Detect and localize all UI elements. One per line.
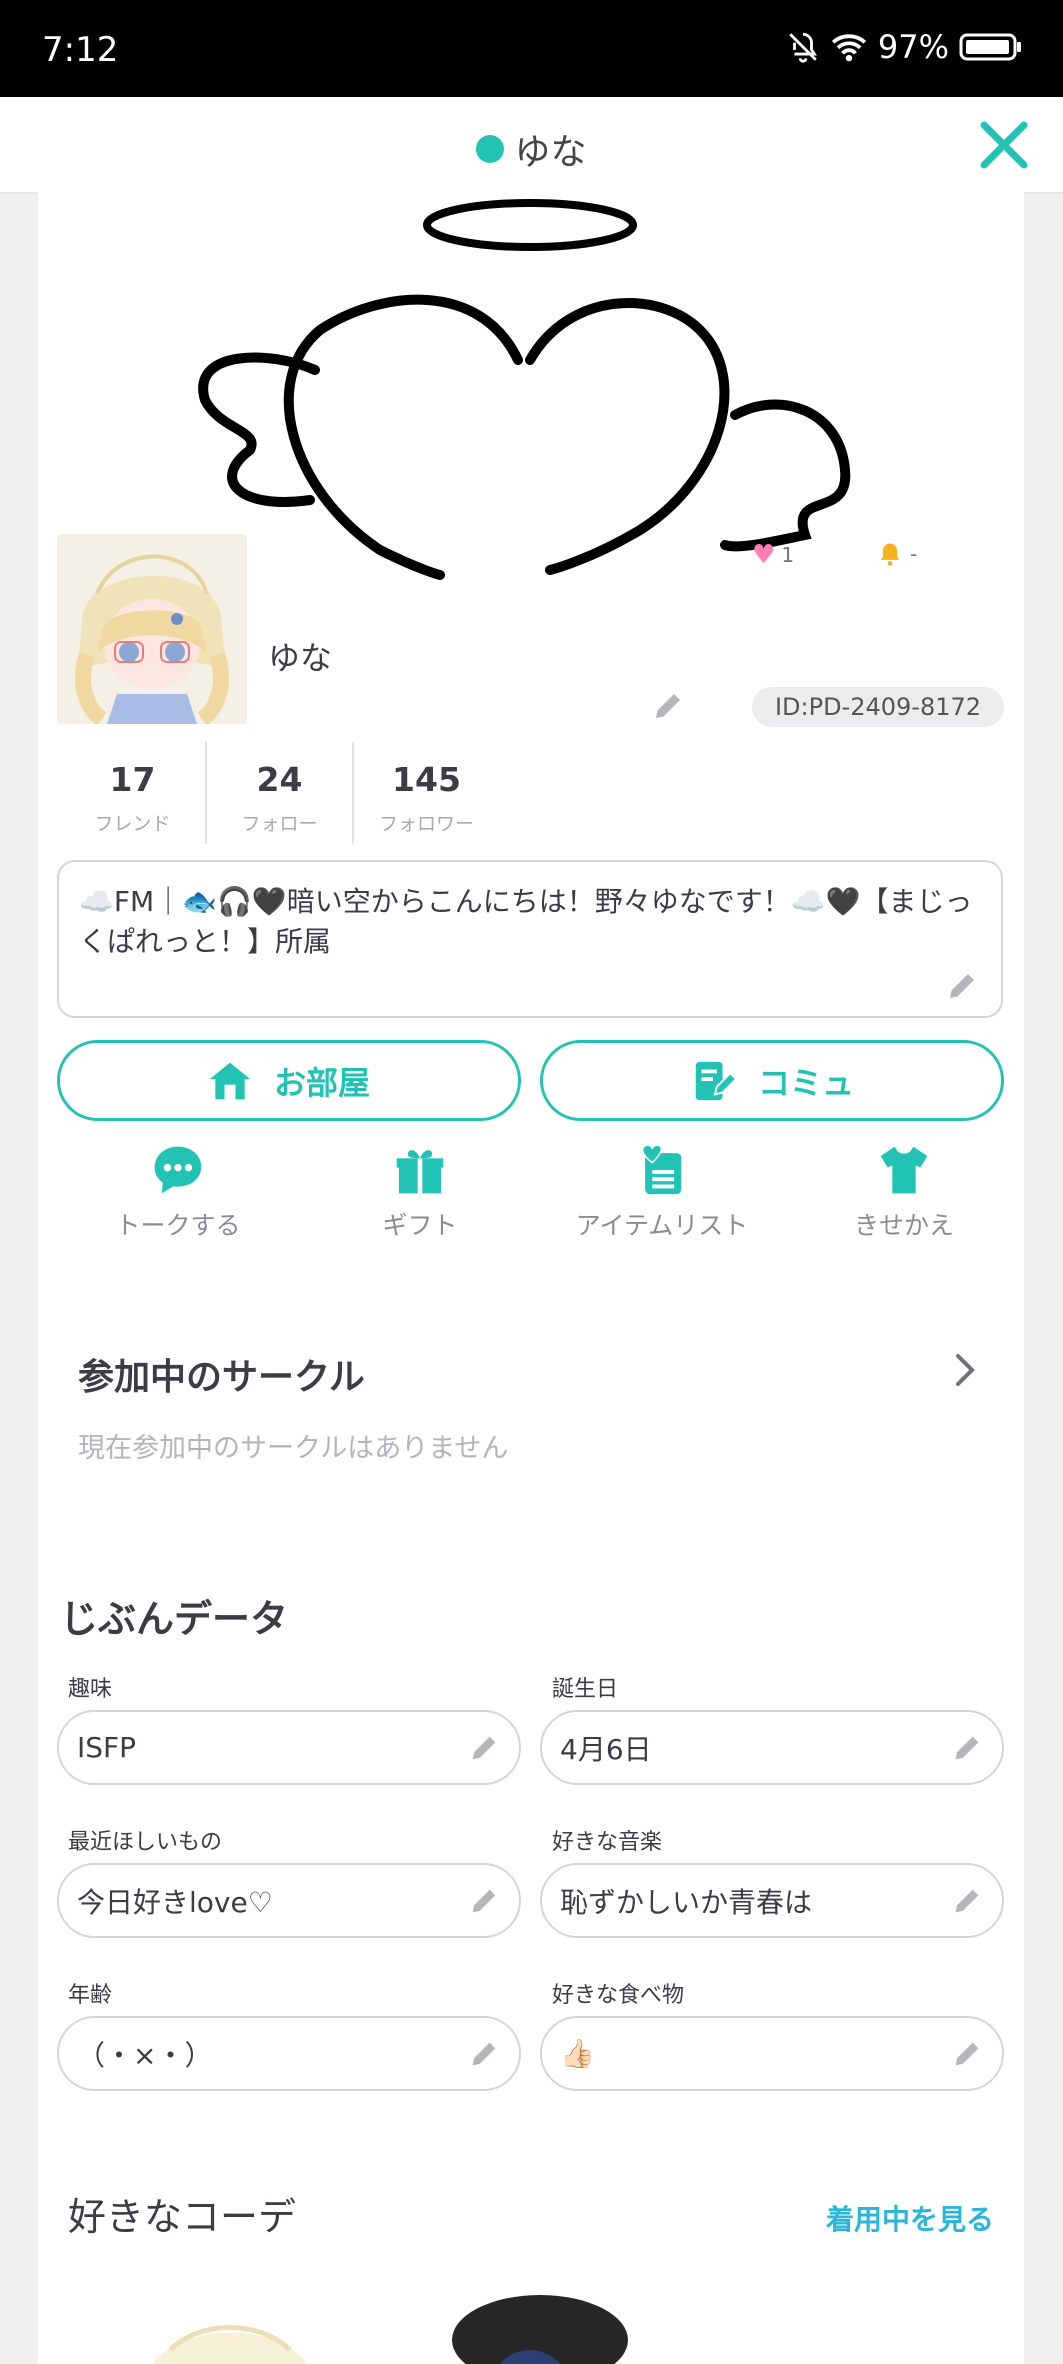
count-value: 17 — [109, 760, 156, 799]
commu-button[interactable]: コミュ — [540, 1040, 1004, 1121]
room-button[interactable]: お部屋 — [57, 1040, 521, 1121]
view-wearing-link[interactable]: 着用中を見る — [826, 2198, 994, 2238]
user-id-badge: ID:PD-2409-8172 — [752, 687, 1004, 727]
item-list-label: アイテムリスト — [575, 1211, 749, 1240]
avatar-illustration — [57, 534, 247, 724]
count-label: フォロー — [241, 813, 318, 835]
close-icon[interactable] — [978, 119, 1030, 171]
count-value: 145 — [392, 760, 461, 799]
profile-header: ゆな — [0, 97, 1063, 194]
status-time: 7:12 — [42, 30, 119, 70]
room-button-label: お部屋 — [273, 1063, 370, 1102]
field-value: 👍🏻 — [560, 2037, 595, 2070]
count-label: フォロワー — [378, 813, 474, 835]
count-label: フレンド — [94, 813, 171, 835]
likes-count: 1 — [781, 543, 795, 567]
count-followers[interactable]: 145 フォロワー — [352, 742, 499, 844]
coords-title: 好きなコーデ — [68, 2195, 297, 2239]
talk-action[interactable]: トークする — [57, 1140, 299, 1242]
pencil-icon[interactable] — [950, 2037, 984, 2071]
edit-name-pencil-icon[interactable] — [650, 688, 686, 724]
count-following[interactable]: 24 フォロー — [205, 742, 352, 844]
field-value: （・×・） — [77, 2038, 213, 2072]
field-label-music: 好きな音楽 — [552, 1830, 663, 1855]
item-list-icon — [641, 1144, 682, 1195]
field-wants[interactable]: 今日好きlove♡ — [57, 1863, 521, 1938]
field-value: 今日好きlove♡ — [77, 1885, 273, 1919]
gift-icon — [396, 1150, 444, 1194]
count-value: 24 — [256, 760, 303, 799]
pencil-icon[interactable] — [950, 1884, 984, 1918]
action-row: トークする ギフト アイテムリスト きせかえ — [57, 1140, 1025, 1242]
edit-bio-pencil-icon[interactable] — [944, 968, 980, 1004]
bio-box: ☁️FM｜🐟🎧🖤暗い空からこんにちは！野々ゆなです！☁️🖤【まじっくぱれっと！】… — [57, 860, 1003, 1018]
wifi-icon — [831, 34, 866, 62]
field-label-birthday: 誕生日 — [552, 1677, 619, 1702]
coord-illustration — [452, 2295, 628, 2364]
heart-icon: ♥ — [752, 540, 776, 570]
field-value: ISFP — [77, 1731, 137, 1764]
status-bar: 7:12 97% — [0, 0, 1063, 97]
pencil-icon[interactable] — [467, 1731, 501, 1765]
field-value: 恥ずかしいか青春は — [560, 1885, 813, 1919]
status-icons: 97% — [786, 28, 1023, 66]
coord-thumbnail[interactable] — [130, 2290, 330, 2364]
coord-illustration — [152, 2325, 308, 2364]
bell-status: - — [910, 542, 918, 566]
field-birthday[interactable]: 4月6日 — [540, 1710, 1004, 1785]
shirt-icon — [880, 1146, 928, 1194]
dressup-label: きせかえ — [853, 1211, 954, 1240]
pencil-icon[interactable] — [950, 1731, 984, 1765]
chat-icon — [154, 1146, 202, 1194]
commu-button-label: コミュ — [757, 1063, 854, 1102]
field-label-hobby: 趣味 — [68, 1677, 113, 1702]
profile-name: ゆな — [268, 639, 333, 677]
bell-icon — [880, 543, 900, 566]
gift-label: ギフト — [382, 1211, 458, 1240]
field-label-food: 好きな食べ物 — [552, 1983, 685, 2008]
pencil-icon[interactable] — [467, 2037, 501, 2071]
header-title: ゆな — [514, 132, 587, 173]
field-music[interactable]: 恥ずかしいか青春は — [540, 1863, 1004, 1938]
online-status-dot — [476, 135, 505, 163]
coord-thumbnail[interactable] — [450, 2280, 640, 2364]
count-friends[interactable]: 17 フレンド — [60, 742, 205, 844]
bio-text: ☁️FM｜🐟🎧🖤暗い空からこんにちは！野々ゆなです！☁️🖤【まじっくぱれっと！】… — [79, 885, 973, 958]
self-data-title: じぶんデータ — [60, 1597, 289, 1641]
item-list-action[interactable]: アイテムリスト — [541, 1140, 783, 1242]
likes-counter[interactable]: ♥ 1 — [752, 540, 794, 570]
circles-title: 参加中のサークル — [78, 1357, 365, 1398]
battery-percent: 97% — [877, 28, 949, 66]
notification-toggle[interactable]: - — [876, 540, 917, 568]
pencil-icon[interactable] — [467, 1884, 501, 1918]
field-label-age: 年齢 — [68, 1983, 113, 2008]
battery-icon — [959, 33, 1021, 61]
field-value: 4月6日 — [560, 1732, 652, 1766]
gift-action[interactable]: ギフト — [299, 1140, 541, 1242]
bell-off-icon — [789, 32, 817, 63]
avatar[interactable] — [57, 534, 247, 724]
field-label-wants: 最近ほしいもの — [68, 1830, 223, 1855]
house-icon — [209, 1062, 251, 1099]
dressup-action[interactable]: きせかえ — [783, 1140, 1025, 1242]
talk-label: トークする — [115, 1211, 241, 1240]
notebook-pen-icon — [695, 1061, 736, 1100]
header-title-row: ゆな — [0, 123, 1063, 175]
follow-counts: 17 フレンド 24 フォロー 145 フォロワー — [60, 742, 499, 844]
field-age[interactable]: （・×・） — [57, 2016, 521, 2091]
circles-empty-text: 現在参加中のサークルはありません — [78, 1433, 509, 1464]
field-food[interactable]: 👍🏻 — [540, 2016, 1004, 2091]
chevron-right-icon[interactable] — [950, 1350, 980, 1390]
field-hobby[interactable]: ISFP — [57, 1710, 521, 1785]
